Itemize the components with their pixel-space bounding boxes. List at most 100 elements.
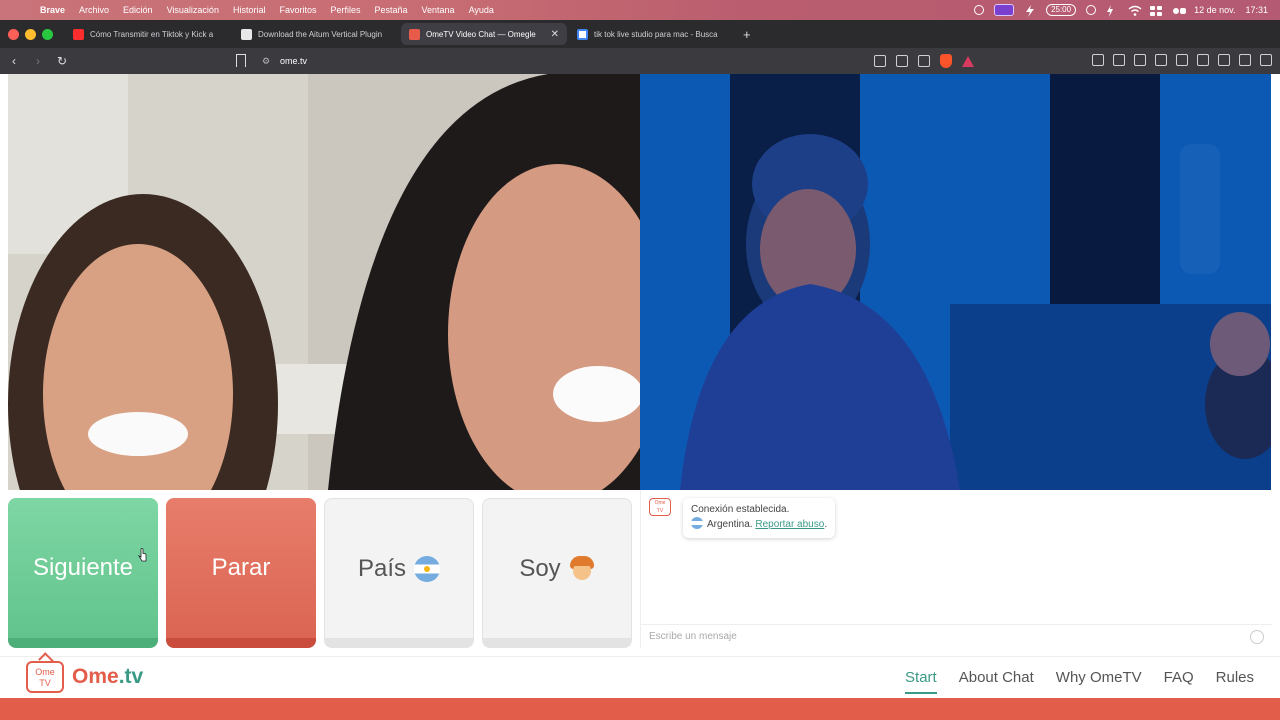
tab-title: Download the Aitum Vertical Plugin: [258, 29, 383, 39]
extensions-icon[interactable]: [1092, 54, 1104, 66]
nav-why-ometv[interactable]: Why OmeTV: [1056, 669, 1142, 694]
forward-button[interactable]: ›: [28, 54, 48, 68]
stop-button-label: Parar: [211, 554, 271, 581]
menu-ayuda[interactable]: Ayuda: [469, 5, 494, 15]
ometv-small-logo-icon: Ome TV: [649, 498, 671, 516]
sidebar-icon[interactable]: [1176, 54, 1188, 66]
site-footer-nav: Ome TV Ome.tv Start About Chat Why OmeTV …: [0, 656, 1280, 698]
main-nav: Start About Chat Why OmeTV FAQ Rules: [905, 669, 1254, 694]
chat-logo-text: Ome: [654, 500, 666, 506]
tab-ometv[interactable]: OmeTV Video Chat — Omegle ✕: [401, 23, 567, 45]
record-dot-icon[interactable]: [1086, 5, 1097, 15]
wifi-icon[interactable]: [1128, 5, 1142, 16]
stranger-video-image: [640, 74, 1271, 490]
gender-filter-button[interactable]: Soy: [482, 498, 632, 648]
status-circle-icon[interactable]: [974, 5, 985, 15]
menu-historial[interactable]: Historial: [233, 5, 266, 15]
bookmark-icon[interactable]: [236, 54, 246, 67]
user-switch-icon[interactable]: [1172, 5, 1187, 15]
tab-tiktok-kick[interactable]: Cómo Transmitir en Tiktok y Kick a: [65, 23, 231, 45]
menu-edicion[interactable]: Edición: [123, 5, 153, 15]
brave-rewards-icon[interactable]: [962, 55, 974, 67]
chat-logo-subtext: TV: [656, 508, 664, 514]
screenshot-icon[interactable]: [1113, 54, 1125, 66]
menu-pestana[interactable]: Pestaña: [375, 5, 408, 15]
tab-title: Cómo Transmitir en Tiktok y Kick a: [90, 29, 214, 39]
nav-faq[interactable]: FAQ: [1164, 669, 1194, 694]
ometv-logo-icon[interactable]: Ome TV: [26, 661, 64, 693]
tab-strip: Cómo Transmitir en Tiktok y Kick a Downl…: [0, 20, 1280, 48]
window-controls: [8, 28, 53, 40]
control-center-icon[interactable]: [1150, 5, 1163, 16]
country-filter-label: País: [357, 554, 407, 582]
new-tab-button[interactable]: +: [743, 27, 751, 42]
menu-favoritos[interactable]: Favoritos: [279, 5, 316, 15]
wallet-icon[interactable]: [1197, 54, 1209, 66]
translate-icon[interactable]: [896, 55, 908, 67]
vpn-icon[interactable]: [1239, 54, 1251, 66]
tab-google-search[interactable]: tik tok live studio para mac - Busca: [569, 23, 735, 45]
country-filter-button[interactable]: País: [324, 498, 474, 648]
tab-aitum-plugin[interactable]: Download the Aitum Vertical Plugin: [233, 23, 399, 45]
nav-about-chat[interactable]: About Chat: [959, 669, 1034, 694]
site-settings-icon[interactable]: ⚙: [262, 56, 272, 66]
menu-app-name[interactable]: Brave: [40, 5, 65, 15]
url-text[interactable]: ome.tv: [280, 56, 307, 66]
reload-button[interactable]: ↻: [52, 54, 72, 68]
footer-band: [0, 698, 1280, 720]
leo-ai-icon[interactable]: [1218, 54, 1230, 66]
next-button[interactable]: Siguiente: [8, 498, 158, 648]
cast-icon[interactable]: [874, 55, 886, 67]
browser-toolbar: ‹ › ↻ ⚙ ome.tv: [0, 48, 1280, 74]
address-bar[interactable]: ⚙ ome.tv: [258, 52, 978, 70]
download-icon: [241, 28, 252, 40]
minimize-window-button[interactable]: [25, 28, 36, 40]
system-message: Conexión establecida. Argentina. Reporta…: [683, 498, 836, 538]
menu-perfiles[interactable]: Perfiles: [330, 5, 360, 15]
report-suffix: .: [824, 519, 828, 530]
close-tab-icon[interactable]: ✕: [551, 29, 559, 40]
back-button[interactable]: ‹: [4, 54, 24, 68]
zoom-window-button[interactable]: [42, 28, 53, 40]
menu-visualizacion[interactable]: Visualización: [167, 5, 219, 15]
tab-title: tik tok live studio para mac - Busca: [594, 29, 718, 39]
boy-avatar-icon: [569, 555, 595, 582]
partner-country-line: Argentina. Reportar abuso.: [691, 517, 827, 532]
screen-record-icon[interactable]: [994, 4, 1015, 16]
battery-bolt-icon[interactable]: [1106, 5, 1118, 17]
pomodoro-timer[interactable]: 25:00: [1046, 4, 1077, 16]
downloads-icon[interactable]: [1134, 54, 1146, 66]
youtube-icon: [73, 28, 84, 40]
menu-time[interactable]: 17:31: [1245, 5, 1268, 15]
toolbar-actions: [1092, 54, 1272, 66]
address-bar-actions: [874, 54, 974, 68]
menu-bar: Brave Archivo Edición Visualización Hist…: [0, 0, 1280, 20]
brand-tld: .tv: [118, 665, 144, 688]
nav-rules[interactable]: Rules: [1216, 669, 1254, 694]
argentina-flag-icon: [691, 517, 703, 529]
argentina-flag-icon: [414, 555, 441, 582]
message-placeholder: Escribe un mensaje: [649, 631, 737, 642]
close-window-button[interactable]: [8, 28, 19, 40]
google-icon: [577, 28, 588, 40]
brand-main: Ome: [72, 665, 119, 688]
self-video-image: [8, 74, 640, 490]
message-input[interactable]: Escribe un mensaje: [641, 624, 1272, 648]
menu-date[interactable]: 12 de nov.: [1194, 5, 1235, 15]
media-icon[interactable]: [1155, 54, 1167, 66]
report-abuse-link[interactable]: Reportar abuso: [755, 519, 824, 530]
brand-name[interactable]: Ome.tv: [72, 665, 143, 689]
emoji-icon[interactable]: [1250, 630, 1264, 644]
brave-shields-icon[interactable]: [940, 54, 952, 68]
menu-icon[interactable]: [1260, 54, 1272, 66]
stop-button[interactable]: Parar: [166, 498, 316, 648]
menu-ventana[interactable]: Ventana: [422, 5, 455, 15]
share-icon[interactable]: [918, 55, 930, 67]
menu-archivo[interactable]: Archivo: [79, 5, 109, 15]
bolt-icon[interactable]: [1024, 5, 1036, 17]
next-button-label: Siguiente: [32, 554, 134, 581]
stranger-video-feed: [640, 74, 1271, 490]
ometv-icon: [409, 28, 420, 40]
menu-bar-status: 25:00 12 de nov. 17:31: [974, 0, 1268, 20]
nav-start[interactable]: Start: [905, 669, 937, 694]
